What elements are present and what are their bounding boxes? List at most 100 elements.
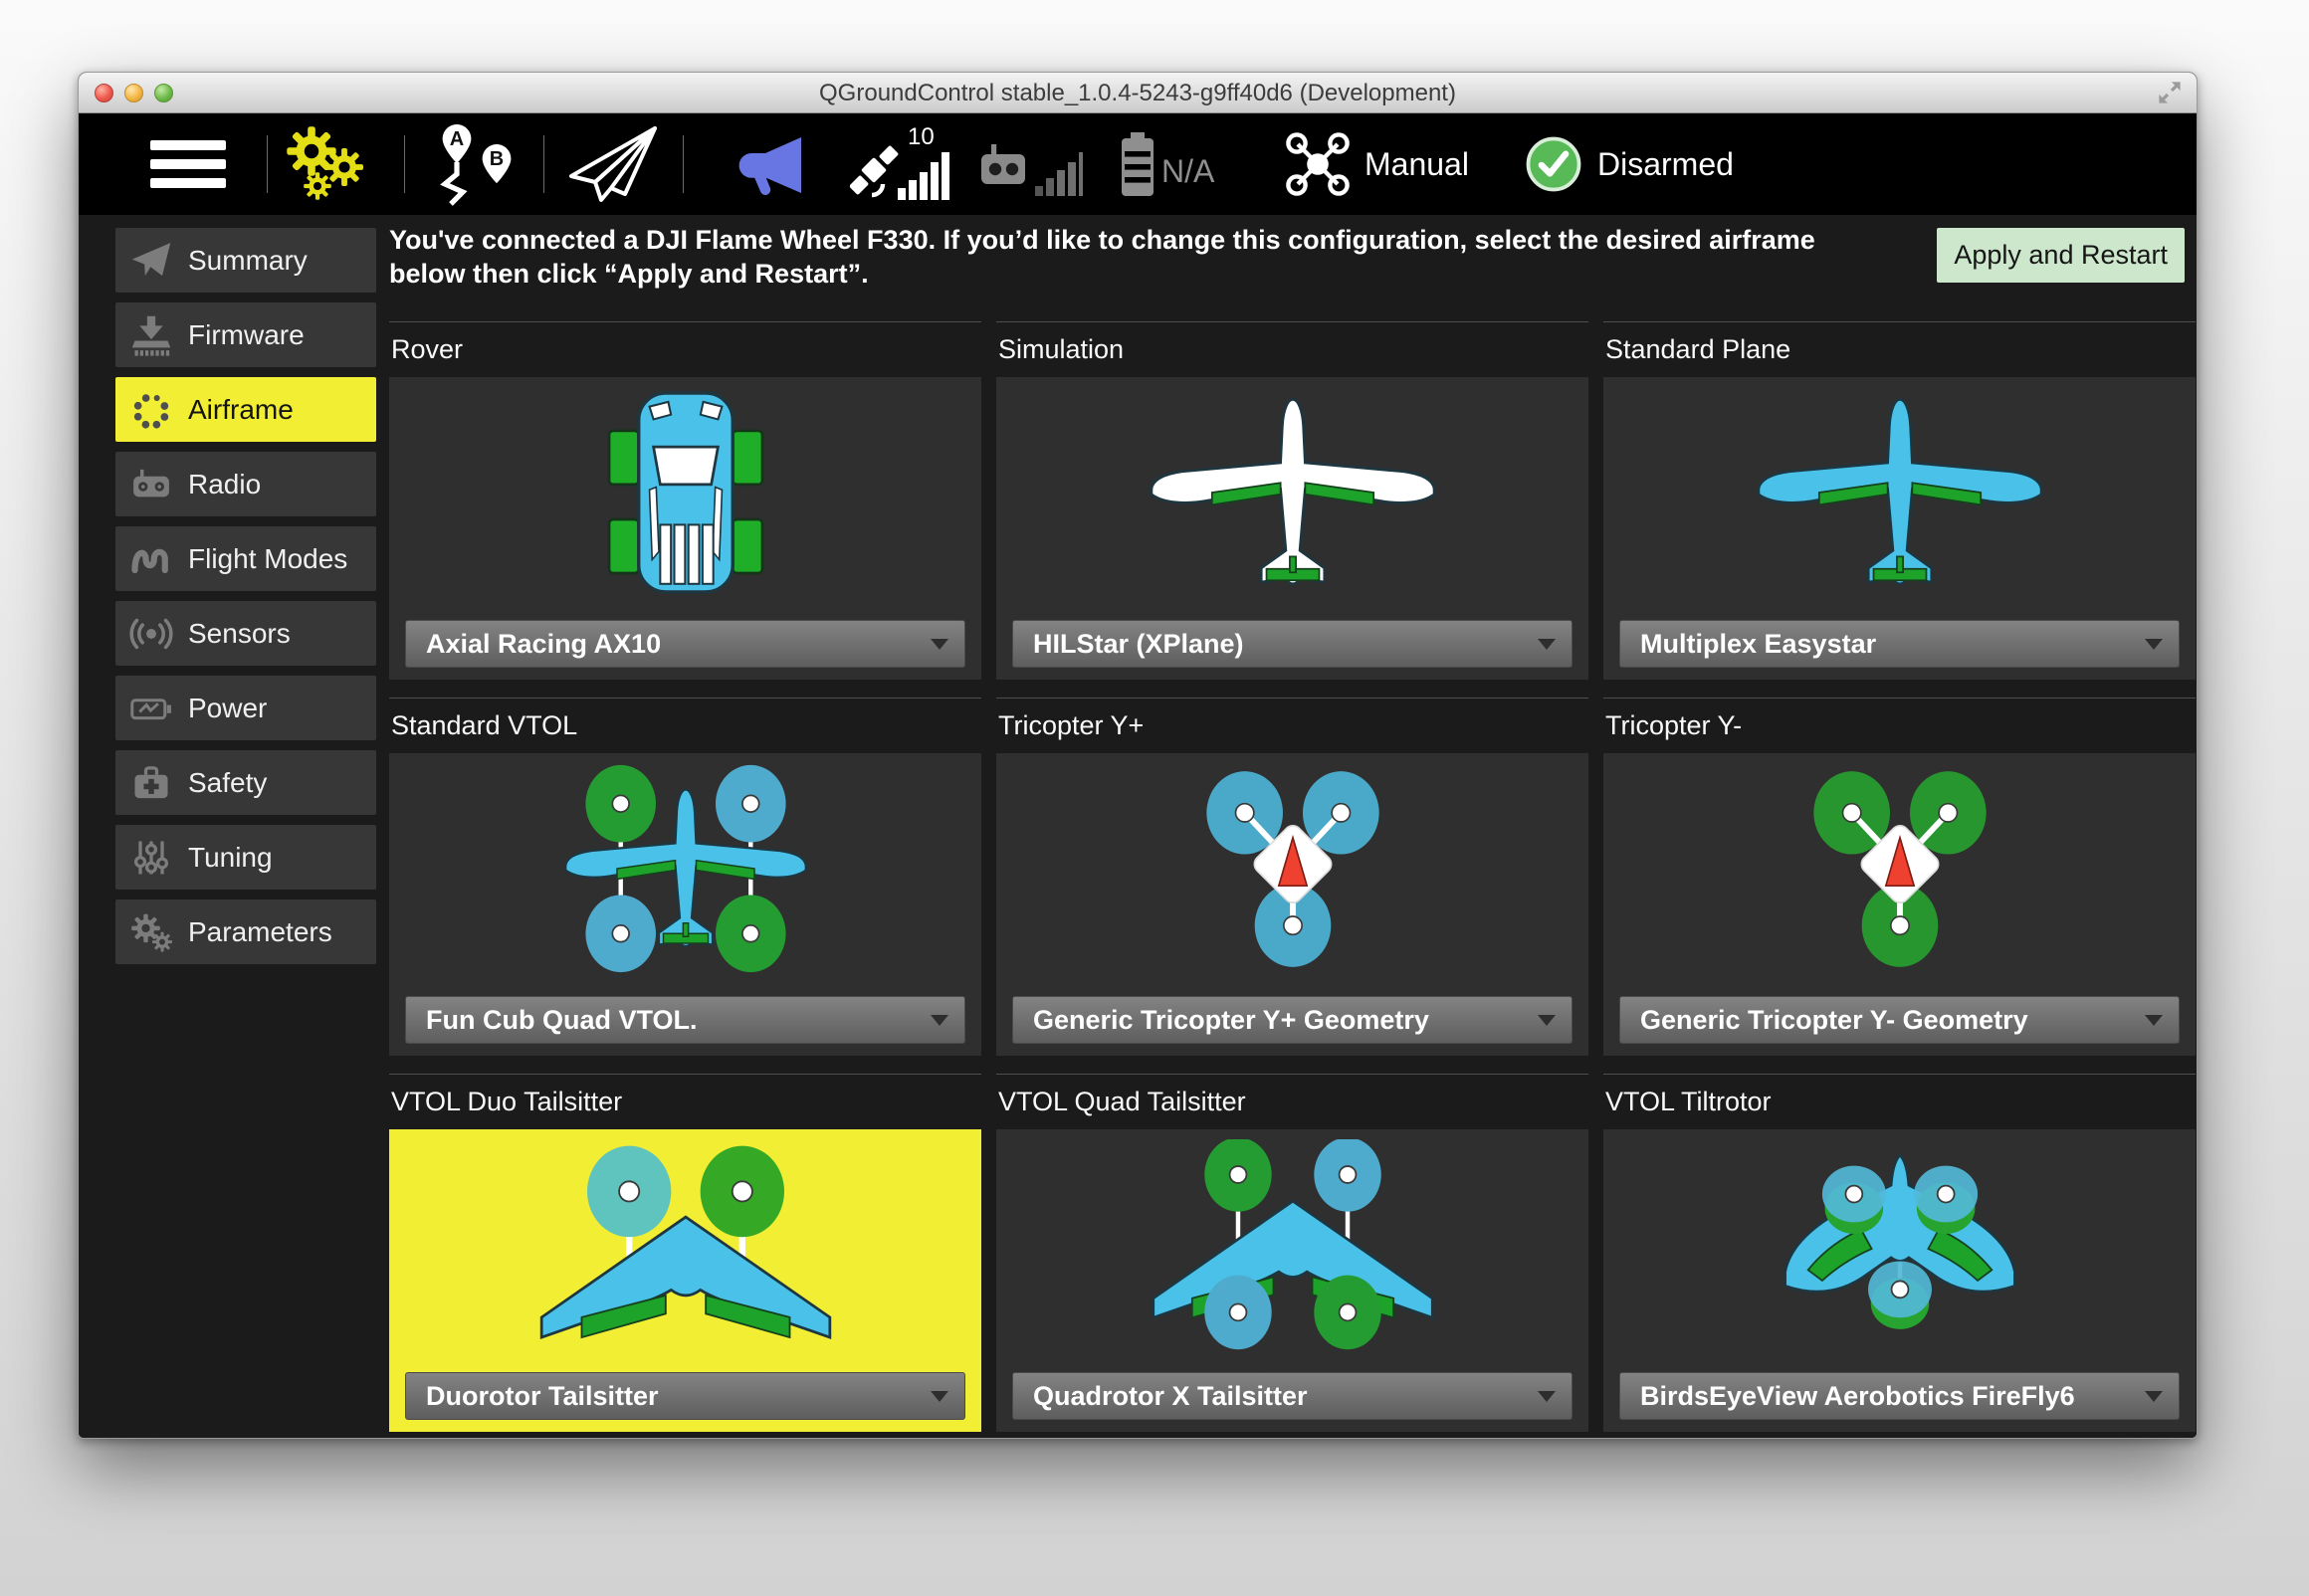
selected-airframe-label: Duorotor Tailsitter xyxy=(426,1381,659,1412)
airframe-grid: Rover xyxy=(389,321,2196,1432)
quadcopter-icon xyxy=(1285,132,1351,196)
airframe-card-vtol-quad-tailsitter[interactable]: Quadrotor X Tailsitter xyxy=(996,1129,1588,1432)
rc-status-indicator[interactable] xyxy=(979,113,1083,215)
airframe-card-rover[interactable]: Axial Racing AX10 xyxy=(389,377,981,680)
airframe-section-vtol-duo-tailsitter: VTOL Duo Tailsitter xyxy=(389,1074,981,1432)
sidebar-item-summary[interactable]: Summary xyxy=(115,228,376,293)
airframe-select-standard-plane[interactable]: Multiplex Easystar xyxy=(1619,620,2180,668)
svg-text:B: B xyxy=(490,148,504,170)
toolbar-separator xyxy=(543,135,544,193)
airframe-type-title: VTOL Duo Tailsitter xyxy=(389,1074,981,1129)
airframe-card-standard-vtol[interactable]: Fun Cub Quad VTOL. xyxy=(389,753,981,1056)
sidebar-item-power[interactable]: Power xyxy=(115,676,376,740)
paper-plane-icon xyxy=(563,122,663,206)
airframe-card-simulation[interactable]: HILStar (XPlane) xyxy=(996,377,1588,680)
battery-status-indicator[interactable]: N/A xyxy=(1114,113,1273,215)
tiltrotor-graphic xyxy=(1741,1139,2059,1351)
setup-sidebar: Summary Firmware xyxy=(115,228,376,974)
quad-tailsitter-graphic xyxy=(1134,1139,1452,1351)
apply-and-restart-button[interactable]: Apply and Restart xyxy=(1937,228,2185,283)
standard-plane-graphic xyxy=(1751,387,2049,598)
summary-plane-icon xyxy=(129,239,173,283)
selected-airframe-label: HILStar (XPlane) xyxy=(1033,629,1244,660)
battery-icon: N/A xyxy=(1114,124,1273,204)
sidebar-item-parameters[interactable]: Parameters xyxy=(115,899,376,964)
toolbar-separator xyxy=(404,135,405,193)
airframe-select-vtol-quad-tailsitter[interactable]: Quadrotor X Tailsitter xyxy=(1012,1372,1573,1420)
armed-status-label: Disarmed xyxy=(1597,146,1734,183)
selected-airframe-label: Fun Cub Quad VTOL. xyxy=(426,1005,697,1036)
tricopter-yplus-graphic xyxy=(1168,761,1417,977)
gps-status-indicator[interactable]: 10 xyxy=(850,113,953,215)
airframe-section-tricopter-yplus: Tricopter Y+ xyxy=(996,698,1588,1056)
airframe-card-standard-plane[interactable]: Multiplex Easystar xyxy=(1603,377,2196,680)
sidebar-item-airframe[interactable]: Airframe xyxy=(115,377,376,442)
parameters-gears-icon xyxy=(129,910,173,954)
airframe-select-vtol-duo-tailsitter[interactable]: Duorotor Tailsitter xyxy=(405,1372,965,1420)
chevron-down-icon xyxy=(1538,1015,1556,1026)
airframe-type-title: VTOL Tiltrotor xyxy=(1603,1074,2196,1129)
airframe-select-standard-vtol[interactable]: Fun Cub Quad VTOL. xyxy=(405,996,965,1044)
airframe-setup-panel: You've connected a DJI Flame Wheel F330.… xyxy=(389,215,2195,1438)
flight-mode-indicator[interactable]: Manual xyxy=(1285,113,1469,215)
chevron-down-icon xyxy=(931,639,948,650)
app-window: QGroundControl stable_1.0.4-5243-g9ff40d… xyxy=(78,72,2198,1439)
airframe-select-simulation[interactable]: HILStar (XPlane) xyxy=(1012,620,1573,668)
airframe-section-vtol-tiltrotor: VTOL Tiltrotor xyxy=(1603,1074,2196,1432)
airframe-card-tricopter-yminus[interactable]: Generic Tricopter Y- Geometry xyxy=(1603,753,2196,1056)
firmware-download-icon xyxy=(129,313,173,357)
toolbar: A B xyxy=(79,113,2197,215)
airframe-type-title: Rover xyxy=(389,321,981,377)
airframe-type-title: Tricopter Y- xyxy=(1603,698,2196,753)
airframe-select-tricopter-yplus[interactable]: Generic Tricopter Y+ Geometry xyxy=(1012,996,1573,1044)
setup-gears-icon xyxy=(282,125,369,203)
airframe-dots-icon xyxy=(129,388,173,432)
resize-icon[interactable] xyxy=(2155,78,2185,107)
megaphone-icon xyxy=(735,133,807,195)
airframe-section-standard-plane: Standard Plane Multiplex Easystar xyxy=(1603,321,2196,680)
sidebar-item-tuning[interactable]: Tuning xyxy=(115,825,376,890)
connected-vehicle-message: You've connected a DJI Flame Wheel F330.… xyxy=(389,223,1942,291)
selected-airframe-label: Multiplex Easystar xyxy=(1640,629,1876,660)
tuning-sliders-icon xyxy=(129,836,173,880)
airframe-select-rover[interactable]: Axial Racing AX10 xyxy=(405,620,965,668)
power-battery-icon xyxy=(129,687,173,730)
selected-airframe-label: Axial Racing AX10 xyxy=(426,629,661,660)
toolbar-separator xyxy=(267,135,268,193)
airframe-card-vtol-duo-tailsitter-selected[interactable]: Duorotor Tailsitter xyxy=(389,1129,981,1432)
hamburger-icon xyxy=(150,136,226,192)
audio-status-indicator[interactable] xyxy=(735,113,807,215)
sidebar-item-safety[interactable]: Safety xyxy=(115,750,376,815)
satellite-signal-icon: 10 xyxy=(850,124,953,204)
fly-view-button[interactable] xyxy=(563,113,663,215)
rc-signal-icon xyxy=(979,124,1083,204)
airframe-type-title: Simulation xyxy=(996,321,1588,377)
chevron-down-icon xyxy=(1538,1391,1556,1402)
check-circle-icon xyxy=(1524,134,1583,194)
plan-view-button[interactable]: A B xyxy=(429,113,525,215)
airframe-select-tricopter-yminus[interactable]: Generic Tricopter Y- Geometry xyxy=(1619,996,2180,1044)
airframe-section-simulation: Simulation HILStar (XPlane) xyxy=(996,321,1588,680)
chevron-down-icon xyxy=(2145,1015,2163,1026)
standard-vtol-graphic xyxy=(536,763,835,974)
sidebar-item-flight-modes[interactable]: Flight Modes xyxy=(115,526,376,591)
airframe-card-tricopter-yplus[interactable]: Generic Tricopter Y+ Geometry xyxy=(996,753,1588,1056)
airframe-select-vtol-tiltrotor[interactable]: BirdsEyeView Aerobotics FireFly6 xyxy=(1619,1372,2180,1420)
svg-text:A: A xyxy=(450,128,464,150)
duo-tailsitter-graphic xyxy=(522,1140,850,1350)
selected-airframe-label: Generic Tricopter Y+ Geometry xyxy=(1033,1005,1429,1036)
content-area: Summary Firmware xyxy=(79,215,2197,1438)
safety-firstaid-icon xyxy=(129,761,173,805)
sidebar-item-sensors[interactable]: Sensors xyxy=(115,601,376,666)
main-menu-button[interactable] xyxy=(150,113,226,215)
chevron-down-icon xyxy=(1538,639,1556,650)
sidebar-item-radio[interactable]: Radio xyxy=(115,452,376,516)
armed-status-indicator[interactable]: Disarmed xyxy=(1524,113,1734,215)
airframe-card-vtol-tiltrotor[interactable]: BirdsEyeView Aerobotics FireFly6 xyxy=(1603,1129,2196,1432)
setup-view-button[interactable] xyxy=(282,113,369,215)
selected-airframe-label: BirdsEyeView Aerobotics FireFly6 xyxy=(1640,1381,2075,1412)
tricopter-yminus-graphic xyxy=(1776,761,2024,977)
sidebar-item-firmware[interactable]: Firmware xyxy=(115,302,376,367)
toolbar-separator xyxy=(683,135,684,193)
rover-graphic xyxy=(598,385,773,600)
